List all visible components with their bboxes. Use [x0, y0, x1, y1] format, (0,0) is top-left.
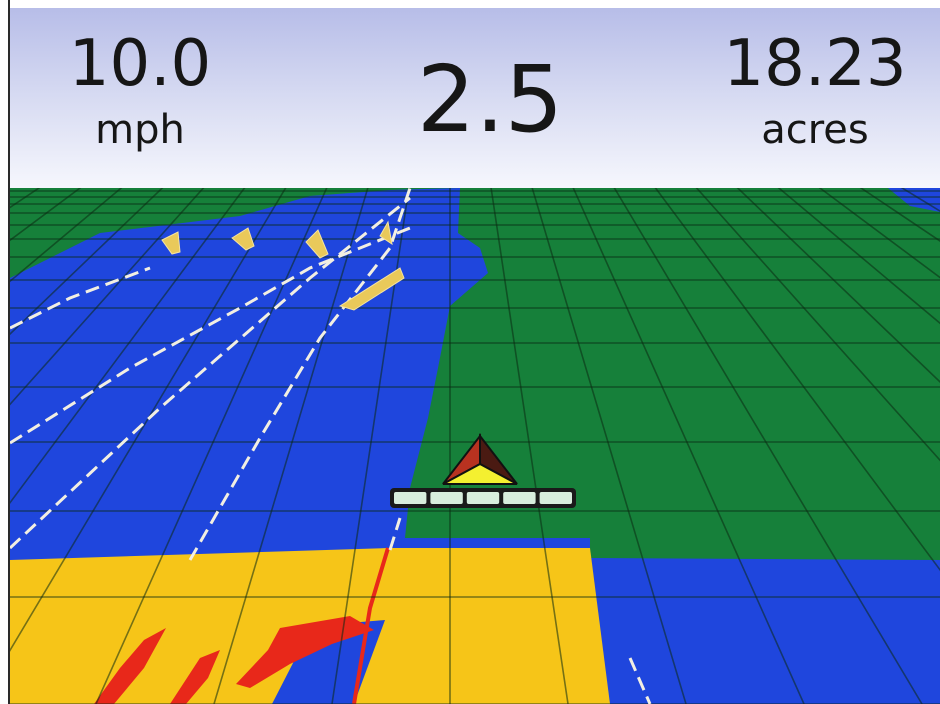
- speed-value: 10.0: [68, 27, 212, 101]
- field-map-view[interactable]: [10, 188, 940, 704]
- status-bar: 10.0 mph 2.5 18.23 acres: [10, 8, 940, 188]
- area-value: 18.23: [723, 27, 907, 101]
- boom-section: [466, 492, 500, 504]
- guidance-display: 10.0 mph 2.5 18.23 acres: [0, 0, 940, 704]
- boom-section: [430, 492, 463, 504]
- display-bezel: [0, 0, 10, 704]
- speed-unit: mph: [95, 107, 185, 153]
- area-unit: acres: [761, 107, 869, 153]
- boom-sections-icon: [390, 488, 576, 508]
- boom-section: [503, 492, 536, 504]
- center-readout: 2.5: [395, 54, 585, 146]
- field-map-canvas[interactable]: [10, 188, 940, 704]
- speed-readout: 10.0 mph: [40, 32, 240, 150]
- area-readout: 18.23 acres: [700, 32, 930, 150]
- center-value: 2.5: [416, 46, 564, 153]
- boom-section: [394, 492, 427, 504]
- boom-section: [539, 492, 572, 504]
